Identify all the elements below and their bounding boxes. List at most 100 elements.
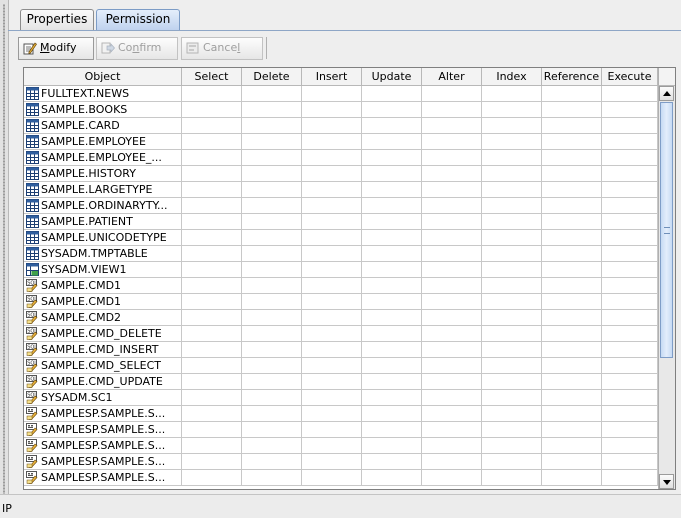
delete-permission-cell[interactable] bbox=[242, 246, 302, 262]
reference-permission-cell[interactable] bbox=[542, 182, 602, 198]
delete-permission-cell[interactable] bbox=[242, 390, 302, 406]
object-cell[interactable]: SQL SAMPLE.CMD2 bbox=[24, 310, 182, 326]
select-permission-cell[interactable] bbox=[182, 454, 242, 470]
column-header-insert[interactable]: Insert bbox=[302, 68, 362, 86]
object-cell[interactable]: SAMPLE.EMPLOYEE_... bbox=[24, 150, 182, 166]
reference-permission-cell[interactable] bbox=[542, 342, 602, 358]
update-permission-cell[interactable] bbox=[362, 310, 422, 326]
reference-permission-cell[interactable] bbox=[542, 454, 602, 470]
table-row[interactable]: SQL SYSADM.SC1 bbox=[24, 390, 658, 406]
select-permission-cell[interactable] bbox=[182, 182, 242, 198]
insert-permission-cell[interactable] bbox=[302, 214, 362, 230]
update-permission-cell[interactable] bbox=[362, 454, 422, 470]
delete-permission-cell[interactable] bbox=[242, 358, 302, 374]
index-permission-cell[interactable] bbox=[482, 86, 542, 102]
delete-permission-cell[interactable] bbox=[242, 454, 302, 470]
object-cell[interactable]: SAMPLE.HISTORY bbox=[24, 166, 182, 182]
execute-permission-cell[interactable] bbox=[602, 214, 658, 230]
insert-permission-cell[interactable] bbox=[302, 342, 362, 358]
update-permission-cell[interactable] bbox=[362, 262, 422, 278]
object-cell[interactable]: SQL SAMPLE.CMD_DELETE bbox=[24, 326, 182, 342]
index-permission-cell[interactable] bbox=[482, 150, 542, 166]
table-row[interactable]: SAMPLESP.SAMPLE.S... bbox=[24, 470, 658, 486]
reference-permission-cell[interactable] bbox=[542, 278, 602, 294]
object-cell[interactable]: SAMPLESP.SAMPLE.S... bbox=[24, 438, 182, 454]
object-cell[interactable]: SAMPLE.LARGETYPE bbox=[24, 182, 182, 198]
scroll-thumb[interactable] bbox=[660, 102, 673, 358]
select-permission-cell[interactable] bbox=[182, 470, 242, 486]
update-permission-cell[interactable] bbox=[362, 390, 422, 406]
select-permission-cell[interactable] bbox=[182, 166, 242, 182]
column-header-select[interactable]: Select bbox=[182, 68, 242, 86]
reference-permission-cell[interactable] bbox=[542, 422, 602, 438]
alter-permission-cell[interactable] bbox=[422, 166, 482, 182]
table-row[interactable]: SQL SAMPLE.CMD_DELETE bbox=[24, 326, 658, 342]
execute-permission-cell[interactable] bbox=[602, 134, 658, 150]
insert-permission-cell[interactable] bbox=[302, 438, 362, 454]
reference-permission-cell[interactable] bbox=[542, 358, 602, 374]
confirm-button[interactable]: Confirm bbox=[96, 37, 178, 60]
execute-permission-cell[interactable] bbox=[602, 166, 658, 182]
object-cell[interactable]: SAMPLE.CARD bbox=[24, 118, 182, 134]
delete-permission-cell[interactable] bbox=[242, 422, 302, 438]
execute-permission-cell[interactable] bbox=[602, 438, 658, 454]
execute-permission-cell[interactable] bbox=[602, 262, 658, 278]
object-cell[interactable]: SQL SAMPLE.CMD_SELECT bbox=[24, 358, 182, 374]
update-permission-cell[interactable] bbox=[362, 246, 422, 262]
tab-permission[interactable]: Permission bbox=[96, 9, 180, 30]
index-permission-cell[interactable] bbox=[482, 358, 542, 374]
alter-permission-cell[interactable] bbox=[422, 102, 482, 118]
reference-permission-cell[interactable] bbox=[542, 102, 602, 118]
reference-permission-cell[interactable] bbox=[542, 214, 602, 230]
delete-permission-cell[interactable] bbox=[242, 198, 302, 214]
select-permission-cell[interactable] bbox=[182, 102, 242, 118]
alter-permission-cell[interactable] bbox=[422, 278, 482, 294]
select-permission-cell[interactable] bbox=[182, 214, 242, 230]
execute-permission-cell[interactable] bbox=[602, 406, 658, 422]
table-row[interactable]: SYSADM.TMPTABLE bbox=[24, 246, 658, 262]
execute-permission-cell[interactable] bbox=[602, 390, 658, 406]
insert-permission-cell[interactable] bbox=[302, 102, 362, 118]
delete-permission-cell[interactable] bbox=[242, 470, 302, 486]
execute-permission-cell[interactable] bbox=[602, 86, 658, 102]
table-row[interactable]: SAMPLE.EMPLOYEE bbox=[24, 134, 658, 150]
reference-permission-cell[interactable] bbox=[542, 262, 602, 278]
reference-permission-cell[interactable] bbox=[542, 310, 602, 326]
insert-permission-cell[interactable] bbox=[302, 166, 362, 182]
execute-permission-cell[interactable] bbox=[602, 278, 658, 294]
select-permission-cell[interactable] bbox=[182, 438, 242, 454]
reference-permission-cell[interactable] bbox=[542, 438, 602, 454]
select-permission-cell[interactable] bbox=[182, 198, 242, 214]
index-permission-cell[interactable] bbox=[482, 326, 542, 342]
execute-permission-cell[interactable] bbox=[602, 342, 658, 358]
alter-permission-cell[interactable] bbox=[422, 134, 482, 150]
update-permission-cell[interactable] bbox=[362, 182, 422, 198]
reference-permission-cell[interactable] bbox=[542, 166, 602, 182]
index-permission-cell[interactable] bbox=[482, 118, 542, 134]
execute-permission-cell[interactable] bbox=[602, 358, 658, 374]
insert-permission-cell[interactable] bbox=[302, 454, 362, 470]
delete-permission-cell[interactable] bbox=[242, 278, 302, 294]
alter-permission-cell[interactable] bbox=[422, 358, 482, 374]
index-permission-cell[interactable] bbox=[482, 438, 542, 454]
select-permission-cell[interactable] bbox=[182, 246, 242, 262]
table-row[interactable]: SAMPLESP.SAMPLE.S... bbox=[24, 406, 658, 422]
index-permission-cell[interactable] bbox=[482, 422, 542, 438]
alter-permission-cell[interactable] bbox=[422, 86, 482, 102]
table-row[interactable]: SYSADM.VIEW1 bbox=[24, 262, 658, 278]
insert-permission-cell[interactable] bbox=[302, 230, 362, 246]
object-cell[interactable]: SQL SAMPLE.CMD1 bbox=[24, 278, 182, 294]
table-row[interactable]: SQL SAMPLE.CMD2 bbox=[24, 310, 658, 326]
index-permission-cell[interactable] bbox=[482, 342, 542, 358]
execute-permission-cell[interactable] bbox=[602, 198, 658, 214]
insert-permission-cell[interactable] bbox=[302, 118, 362, 134]
reference-permission-cell[interactable] bbox=[542, 118, 602, 134]
select-permission-cell[interactable] bbox=[182, 342, 242, 358]
select-permission-cell[interactable] bbox=[182, 134, 242, 150]
select-permission-cell[interactable] bbox=[182, 406, 242, 422]
execute-permission-cell[interactable] bbox=[602, 294, 658, 310]
table-row[interactable]: SAMPLE.CARD bbox=[24, 118, 658, 134]
update-permission-cell[interactable] bbox=[362, 230, 422, 246]
table-row[interactable]: SAMPLE.UNICODETYPE bbox=[24, 230, 658, 246]
select-permission-cell[interactable] bbox=[182, 326, 242, 342]
